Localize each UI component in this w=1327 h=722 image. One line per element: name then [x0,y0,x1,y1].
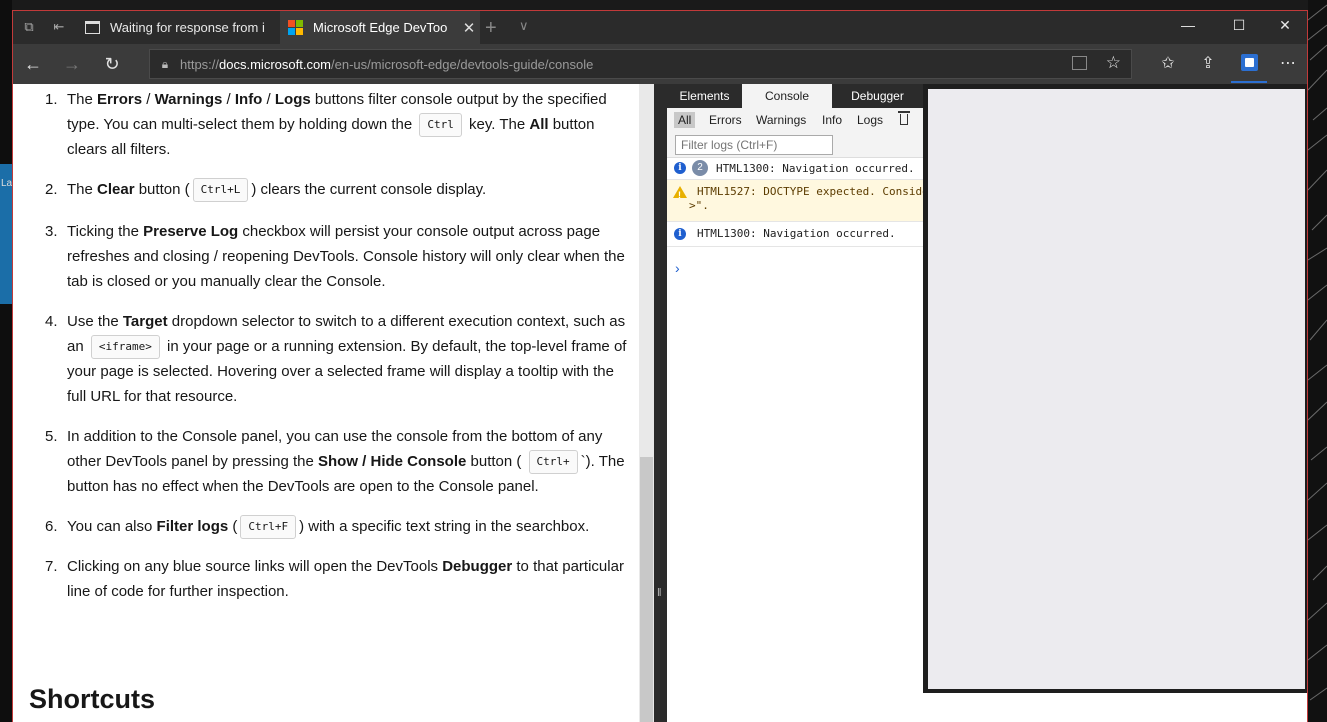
preview-pane [923,84,1307,722]
kbd-ctrl: Ctrl [419,113,462,138]
tabs-aside-icon[interactable]: ⇤ [51,20,67,34]
close-tab-icon[interactable]: ✕ [458,19,480,37]
preview-canvas [928,89,1305,689]
favorite-star-icon[interactable]: ☆ [1106,53,1121,73]
list-item: 5. In addition to the Console panel, you … [45,428,625,496]
window-close-icon[interactable]: ✕ [1262,17,1308,34]
minimize-icon[interactable]: — [1165,17,1211,33]
section-heading: Shortcuts [29,684,156,714]
tab-devtools-guide[interactable]: Microsoft Edge DevToo ✕ [280,11,480,44]
maximize-icon[interactable]: ☐ [1216,17,1262,34]
page-content: 1. The Errors / Warnings / Info / Logs bu… [13,84,1307,722]
filter-all-button[interactable]: All [674,112,696,128]
set-aside-tabs-icon[interactable]: ⧉ [21,20,37,34]
kbd-ctrl-backtick: Ctrl+ [528,450,578,475]
console-toolbar: All Errors Warnings Info Logs [667,108,923,158]
share-icon[interactable]: ⇪ [1197,53,1219,75]
refresh-icon[interactable]: ↻ [100,53,124,75]
url-host: docs.microsoft.com [219,56,332,72]
title-bar: ⧉ ⇤ Waiting for response from i Microsof… [13,11,1307,44]
extension-active-indicator [1231,81,1267,83]
desktop-label: La [1,178,13,189]
filter-logs-input[interactable] [675,135,833,155]
tab-debugger[interactable]: Debugger [832,84,923,108]
address-bar[interactable]: 🔒︎ https://docs.microsoft.com/en-us/micr… [149,49,1132,79]
console-message: i 2 HTML1300: Navigation occurred. [667,158,923,180]
tab-console[interactable]: Console [742,84,832,108]
page-scrollbar[interactable] [639,84,654,722]
list-item: 2. The Clear button (Ctrl+L) clears the c… [45,177,627,203]
clear-console-icon[interactable] [898,110,910,126]
list-item: 3. Ticking the Preserve Log checkbox will… [45,223,625,291]
console-message: i HTML1300: Navigation occurred. [667,222,923,247]
list-item: 4. Use the Target dropdown selector to sw… [45,313,627,406]
forward-arrow-icon[interactable]: → [60,53,84,75]
url-scheme: https:// [180,56,220,72]
filter-warnings-button[interactable]: Warnings [752,112,810,128]
desktop-wallpaper-lines [1308,4,1327,701]
filter-logs-button[interactable]: Logs [853,112,887,128]
back-arrow-icon[interactable]: ← [21,53,45,75]
filter-errors-button[interactable]: Errors [705,112,746,128]
extension-icon[interactable] [1241,54,1258,71]
kbd-iframe: <iframe> [90,335,160,360]
tab-title: Waiting for response from i [110,20,265,35]
documentation-article: 1. The Errors / Warnings / Info / Logs bu… [13,84,639,722]
lock-icon: 🔒︎ [161,56,169,71]
reading-view-icon[interactable] [1072,56,1087,70]
list-item: 6. You can also Filter logs (Ctrl+F) with… [45,514,627,540]
drag-handle-icon: ‖ [657,587,662,599]
tab-title: Microsoft Edge DevToo [313,20,448,35]
kbd-ctrl-f: Ctrl+F [240,515,297,540]
new-tab-icon[interactable]: + [485,17,497,40]
console-message-warning: ! HTML1527: DOCTYPE expected. Conside >"… [667,180,923,222]
tab-waiting[interactable]: Waiting for response from i [77,11,280,44]
list-item: 7. Clicking on any blue source links will… [45,558,624,601]
warning-icon: ! [673,186,687,200]
repeat-count-badge: 2 [692,160,708,176]
desktop-right-strip [1308,0,1327,722]
filter-info-button[interactable]: Info [818,112,846,128]
list-item: 1. The Errors / Warnings / Info / Logs bu… [45,91,607,159]
info-icon: i [674,228,686,240]
tab-elements[interactable]: Elements [667,84,742,108]
devtools-panel: Elements Console Debugger All Errors War… [667,84,923,722]
microsoft-logo-icon [288,20,303,35]
desktop-left-strip: La [0,0,12,722]
page-icon [85,21,100,34]
favorites-hub-icon[interactable]: ✩ [1157,53,1179,75]
kbd-ctrl-l: Ctrl+L [192,178,249,203]
scrollbar-thumb[interactable] [640,457,653,722]
chevron-down-icon[interactable]: ∨ [519,18,529,34]
devtools-tabs: Elements Console Debugger [667,84,923,108]
feature-list: 1. The Errors / Warnings / Info / Logs bu… [45,87,627,619]
devtools-splitter[interactable]: ‖ [654,84,667,722]
url-path: /en-us/microsoft-edge/devtools-guide/con… [331,56,594,72]
browser-window: ⧉ ⇤ Waiting for response from i Microsof… [12,10,1308,722]
info-icon: i [674,162,686,174]
navigation-bar: ← → ↻ 🔒︎ https://docs.microsoft.com/en-u… [13,44,1307,84]
more-options-icon[interactable]: ⋯ [1277,53,1299,75]
console-prompt-icon[interactable]: › [675,260,680,276]
